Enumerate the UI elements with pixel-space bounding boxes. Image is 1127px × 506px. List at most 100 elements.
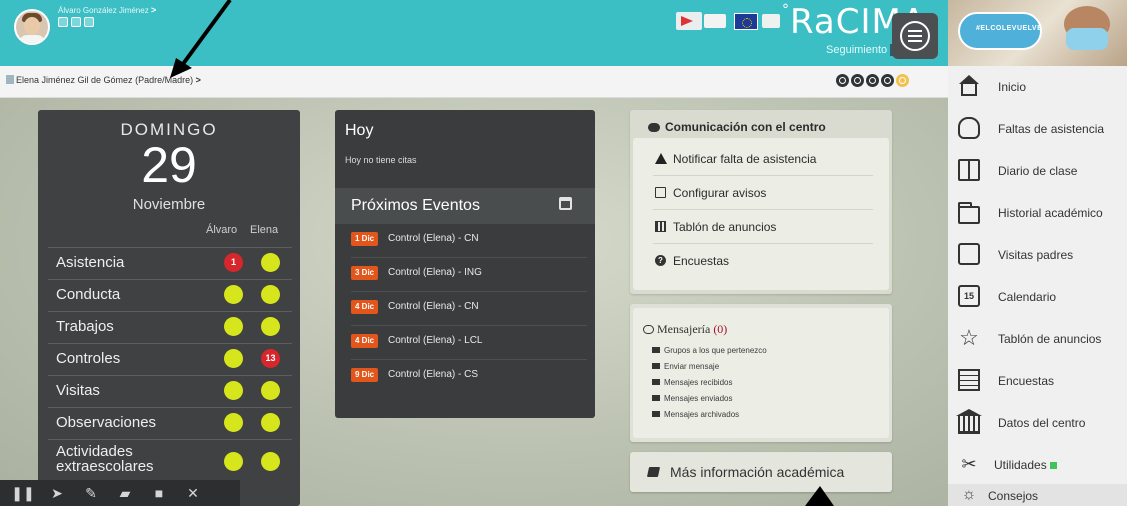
communication-title: Comunicación con el centro (648, 120, 826, 134)
status-row-asistencia[interactable]: Asistencia 1 (48, 247, 292, 278)
sidebar-item-tablon[interactable]: ☆ Tablón de anuncios (948, 318, 1127, 360)
event-item[interactable]: 1 Dic Control (Elena) - CN (351, 224, 587, 258)
sun-icon[interactable] (896, 74, 909, 87)
sidebar-item-historial[interactable]: Historial académico (948, 192, 1127, 234)
book-icon (958, 159, 980, 181)
sidebar-item-inicio[interactable]: Inicio (948, 66, 1127, 108)
status-row-controles[interactable]: Controles 13 (48, 343, 292, 374)
sidebar-item-faltas[interactable]: Faltas de asistencia (948, 108, 1127, 150)
visits-icon (958, 243, 980, 265)
calendar-icon: 15 (958, 285, 980, 307)
status-badge-elena[interactable]: 13 (261, 349, 280, 368)
event-text: Control (Elena) - CN (388, 233, 479, 244)
event-item[interactable]: 4 Dic Control (Elena) - LCL (351, 326, 587, 360)
sidebar-item-visitas[interactable]: Visitas padres (948, 234, 1127, 276)
more-academic-info-button[interactable]: Más información académica (630, 452, 892, 492)
month: Noviembre (132, 196, 206, 213)
info-icon[interactable] (851, 74, 864, 87)
pointer-icon[interactable]: ➤ (40, 485, 74, 502)
folder-icon (958, 202, 980, 224)
new-indicator-badge (1049, 462, 1057, 469)
archive-icon (652, 411, 660, 417)
status-badge-alvaro[interactable]: 1 (224, 253, 243, 272)
status-dot-alvaro[interactable] (224, 285, 243, 304)
camera-icon[interactable]: ■ (142, 485, 176, 501)
notice-board-link[interactable]: Tablón de anuncios (653, 210, 873, 244)
chat-icon[interactable] (881, 74, 894, 87)
envelope-icon (655, 187, 666, 198)
send-message-link[interactable]: Enviar mensaje (652, 362, 719, 371)
sent-messages-link[interactable]: Mensajes enviados (652, 394, 732, 403)
sidebar-item-consejos[interactable]: ☼ Consejos (948, 484, 1127, 506)
home-small-icon[interactable] (84, 17, 94, 27)
event-item[interactable]: 3 Dic Control (Elena) - ING (351, 258, 587, 292)
profile-icon[interactable] (71, 17, 81, 27)
link-label: Mensajes enviados (664, 394, 733, 403)
status-row-conducta[interactable]: Conducta (48, 279, 292, 310)
status-dot-alvaro[interactable] (224, 413, 243, 432)
status-dot-alvaro[interactable] (224, 317, 243, 336)
warning-icon (655, 153, 667, 164)
promo-banner[interactable]: #ELCOLEVUELVE (948, 0, 1127, 66)
received-messages-link[interactable]: Mensajes recibidos (652, 378, 732, 387)
highlighter-icon[interactable]: ▰ (108, 485, 142, 502)
sidebar-item-label: Utilidades (994, 458, 1047, 472)
calendar-icon[interactable] (559, 197, 572, 210)
event-item[interactable]: 4 Dic Control (Elena) - CN (351, 292, 587, 326)
event-date-badge: 3 Dic (351, 266, 379, 280)
pause-icon[interactable]: ❚❚ (6, 485, 40, 502)
archived-messages-link[interactable]: Mensajes archivados (652, 410, 739, 419)
sidebar-item-datos-centro[interactable]: Datos del centro (948, 402, 1127, 444)
user-quick-icons (58, 17, 94, 27)
event-item[interactable]: 9 Dic Control (Elena) - CS (351, 360, 587, 394)
notify-absence-link[interactable]: Notificar falta de asistencia (653, 142, 873, 176)
status-dot-elena[interactable] (261, 285, 280, 304)
communication-panel: Comunicación con el centro Notificar fal… (630, 110, 892, 294)
status-dot-elena[interactable] (261, 253, 280, 272)
parent-role: (Padre/Madre) (135, 75, 194, 85)
sidebar-item-utilidades[interactable]: ✂ Utilidades (948, 444, 1127, 486)
status-dot-elena[interactable] (261, 317, 280, 336)
messaging-inner: Mensajería (0) Grupos a los que pertenez… (633, 308, 889, 438)
more-info-label: Más información académica (670, 464, 845, 480)
key-icon[interactable] (866, 74, 879, 87)
close-icon[interactable]: ✕ (176, 485, 210, 502)
status-row-observaciones[interactable]: Observaciones (48, 407, 292, 438)
groups-link[interactable]: Grupos a los que pertenezco (652, 346, 767, 355)
status-dot-alvaro[interactable] (224, 452, 243, 471)
speech-bubble-icon (643, 325, 654, 334)
column-header-elena: Elena (250, 224, 279, 236)
status-dot-elena[interactable] (261, 452, 280, 471)
status-dot-alvaro[interactable] (224, 381, 243, 400)
brand-sub-text: Seguimiento (826, 44, 888, 56)
status-dot-alvaro[interactable] (224, 349, 243, 368)
pen-icon[interactable]: ✎ (74, 485, 108, 502)
messaging-count: (0) (713, 322, 728, 336)
surveys-link[interactable]: ? Encuestas (653, 244, 873, 278)
user-name-link[interactable]: Álvaro González Jiménez > (58, 5, 156, 15)
status-row-trabajos[interactable]: Trabajos (48, 311, 292, 342)
sidebar-item-calendario[interactable]: 15 Calendario (948, 276, 1127, 318)
main-menu-button[interactable] (892, 13, 938, 59)
settings-icon[interactable] (58, 17, 68, 27)
link-label: Encuestas (673, 254, 730, 268)
sidebar-item-encuestas[interactable]: Encuestas (948, 360, 1127, 402)
status-row-visitas[interactable]: Visitas (48, 375, 292, 406)
upcoming-events-header: Próximos Eventos (335, 188, 595, 224)
cloud-icon[interactable] (836, 74, 849, 87)
messaging-title[interactable]: Mensajería (0) (643, 322, 727, 337)
configure-alerts-link[interactable]: Configurar avisos (653, 176, 873, 210)
user-avatar[interactable] (14, 9, 50, 45)
sidebar-item-diario[interactable]: Diario de clase (948, 150, 1127, 192)
breadcrumb[interactable]: Elena Jiménez Gil de Gómez (Padre/Madre)… (6, 75, 201, 85)
youtube-logo-icon[interactable] (676, 12, 702, 30)
menu-line-icon (908, 35, 922, 37)
status-dot-elena[interactable] (261, 381, 280, 400)
communication-list: Notificar falta de asistencia Configurar… (633, 138, 889, 290)
seguimiento-link[interactable]: Seguimiento> (826, 44, 903, 57)
sidebar-item-label: Inicio (998, 80, 1027, 94)
status-dot-elena[interactable] (261, 413, 280, 432)
sidebar-item-label: Consejos (988, 489, 1039, 503)
row-label: Conducta (56, 286, 121, 303)
status-row-actividades[interactable]: Actividades extraescolares (48, 439, 292, 479)
